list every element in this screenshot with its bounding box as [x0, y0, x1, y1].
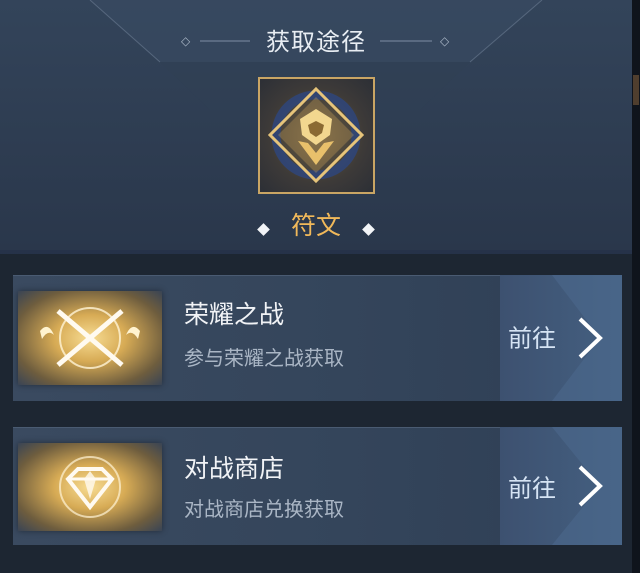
go-button-label: 前往: [508, 474, 556, 503]
source-title: 对战商店: [184, 454, 285, 483]
panel-header: ◇ 获取途径 ◇ 符文: [0, 0, 632, 250]
diamond-gem-icon: [18, 443, 162, 531]
source-card-glory-battle[interactable]: 荣耀之战 参与荣耀之战获取 前往: [13, 275, 622, 401]
acquisition-panel: ◇ 获取途径 ◇ 符文 荣耀之战 参与荣耀之战获取 前往 对战商店 对战商店兑换…: [0, 0, 635, 573]
source-card-battle-shop[interactable]: 对战商店 对战商店兑换获取 前往: [13, 427, 622, 545]
source-title: 荣耀之战: [184, 300, 285, 329]
rune-icon: [258, 77, 375, 194]
name-ornament-left: [257, 223, 270, 236]
item-name-row: 符文: [0, 208, 632, 244]
go-button[interactable]: 前往: [500, 427, 622, 545]
background-edge: [632, 0, 640, 573]
page-title: 获取途径: [266, 28, 366, 56]
crossed-swords-icon: [18, 291, 162, 385]
name-ornament-right: [362, 223, 375, 236]
item-name: 符文: [290, 211, 341, 240]
source-subtitle: 对战商店兑换获取: [184, 497, 344, 521]
source-subtitle: 参与荣耀之战获取: [184, 346, 344, 370]
go-button-label: 前往: [508, 324, 556, 353]
title-ornament-right: ◇: [440, 34, 450, 48]
go-button[interactable]: 前往: [500, 275, 622, 401]
